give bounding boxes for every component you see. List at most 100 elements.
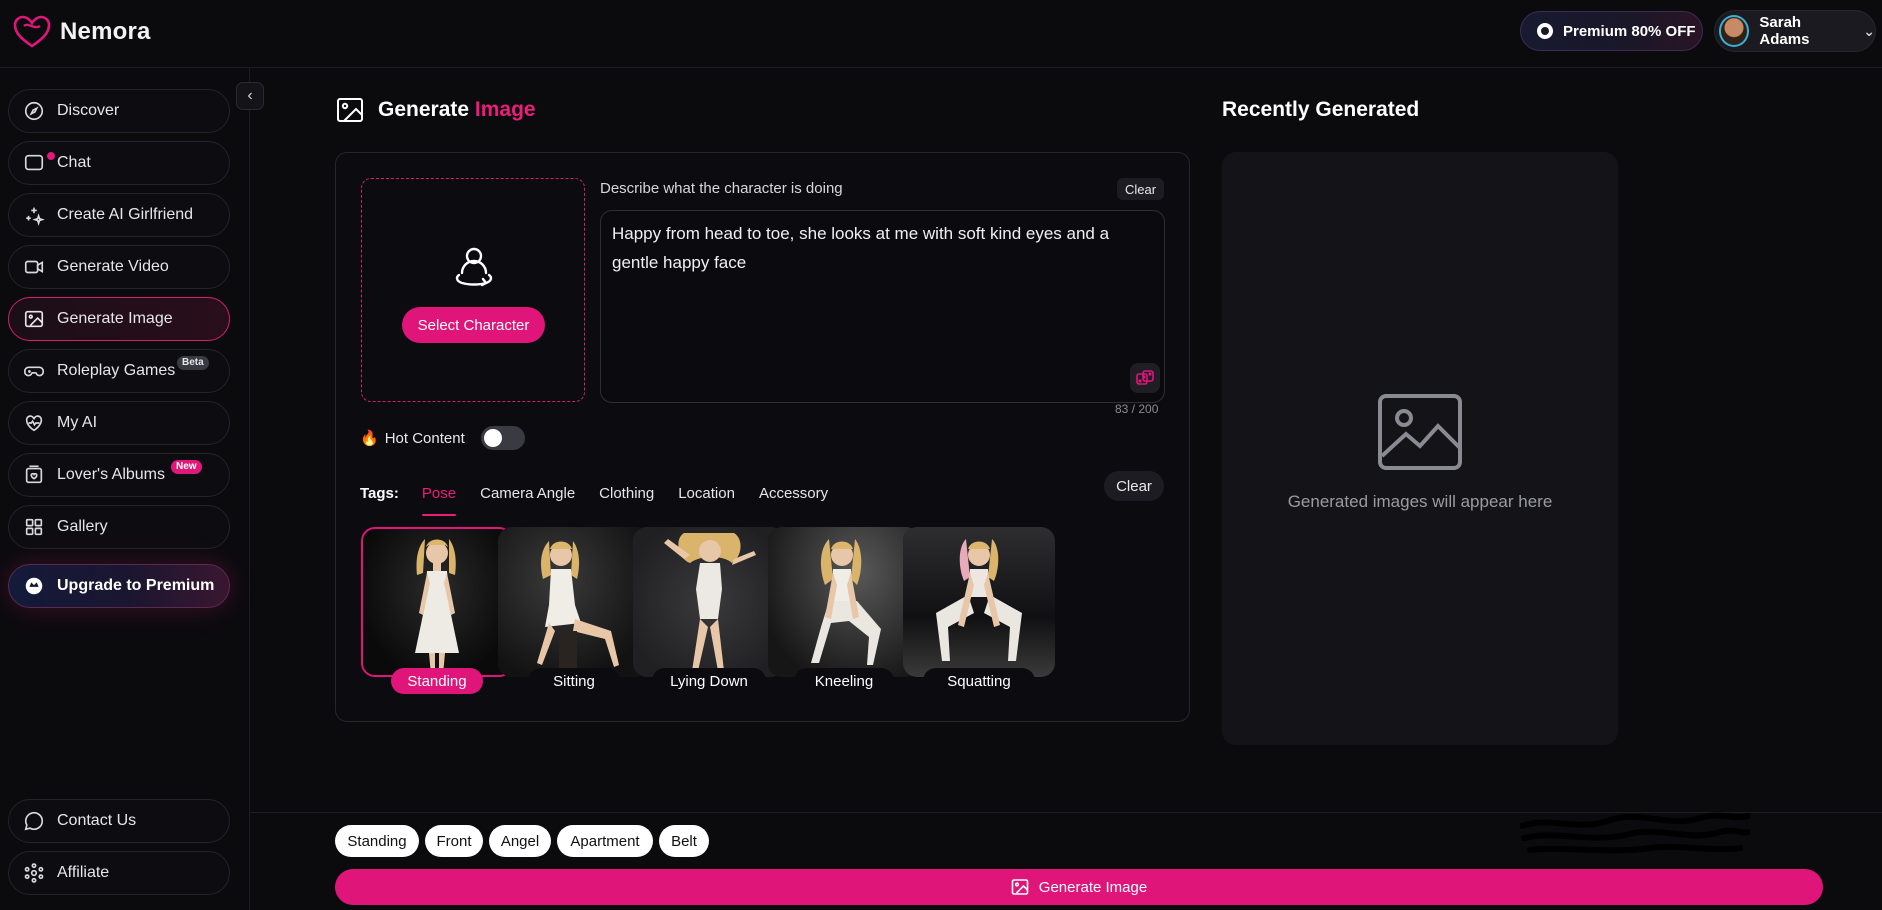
page-title: Generate Image [336,96,536,124]
grid-icon [25,518,43,536]
tab-camera-angle[interactable]: Camera Angle [480,481,575,506]
hot-content-toggle[interactable] [480,426,525,450]
sidebar-item-gallery[interactable]: Gallery [8,505,230,549]
premium-offer-button[interactable]: Premium 80% OFF [1520,11,1703,51]
recently-generated-panel: Generated images will appear here [1222,152,1618,745]
sidebar-item-affiliate[interactable]: Affiliate [8,851,230,895]
user-name: Sarah Adams [1759,14,1810,48]
sidebar-item-label: Upgrade to Premium [57,577,215,594]
hot-content-label: Hot Content [384,429,465,447]
sidebar-item-label: Gallery [57,518,108,535]
message-circle-icon [24,811,44,831]
select-character-area[interactable]: Select Character [361,178,585,402]
fire-icon: 🔥 [360,430,379,447]
pose-card-standing[interactable] [361,527,513,677]
sidebar-item-label: Affiliate [57,864,110,881]
character-count: 83 / 200 [1115,402,1159,416]
sidebar-item-label: Contact Us [57,812,137,829]
gamepad-icon [24,366,44,377]
tab-location[interactable]: Location [678,481,735,506]
tags-tabs: Tags: Pose Camera Angle Clothing Locatio… [360,478,852,516]
sidebar-item-contact-us[interactable]: Contact Us [8,799,230,843]
image-icon [24,310,44,328]
video-icon [24,260,44,274]
tab-clothing[interactable]: Clothing [599,481,654,506]
tab-accessory[interactable]: Accessory [759,481,828,506]
selected-tag-chip[interactable]: Belt [659,825,709,857]
pose-card-squatting[interactable] [903,527,1055,677]
redaction-scribble [1520,812,1750,854]
sidebar-item-label: Discover [57,102,120,119]
album-icon [25,465,43,484]
recently-generated-title: Recently Generated [1222,98,1420,121]
selected-tag-chip[interactable]: Front [425,825,483,857]
sidebar-item-label: Generate Video [57,258,169,275]
sidebar-item-upgrade-to-premium[interactable]: Upgrade to Premium [8,564,230,608]
sidebar-item-discover[interactable]: Discover [8,89,230,133]
selected-tag-chip[interactable]: Apartment [557,825,653,857]
sparkles-icon [26,207,45,226]
clear-prompt-button[interactable]: Clear [1117,178,1165,200]
clear-tags-button[interactable]: Clear [1104,471,1164,501]
prompt-textarea[interactable]: Happy from head to toe, she looks at me … [600,210,1165,403]
generate-image-button-label: Generate Image [1038,878,1148,896]
sidebar-item-roleplay-games[interactable]: Roleplay Games Beta [8,349,230,393]
avatar [1719,15,1750,47]
generate-image-button[interactable]: Generate Image [335,869,1823,905]
network-icon [24,863,44,883]
image-icon [337,98,363,122]
sidebar-item-generate-video[interactable]: Generate Video [8,245,230,289]
beta-badge: Beta [177,356,209,370]
sidebar-item-label: Create AI Girlfriend [57,206,194,223]
sidebar-item-label: Generate Image [57,310,173,327]
sidebar-item-create-ai-girlfriend[interactable]: Create AI Girlfriend [8,193,230,237]
sidebar-item-label: Lover's Albums [57,466,165,483]
sidebar-item-label: Chat [57,154,91,171]
pose-card-sitting[interactable] [498,527,650,677]
hot-content-row: 🔥 Hot Content [360,426,525,450]
selected-tag-chip[interactable]: Angel [489,825,551,857]
chevron-down-icon: ⌄ [1863,22,1875,39]
generate-form: Select Character Describe what the chara… [335,152,1190,722]
describe-label: Describe what the character is doing [600,180,843,197]
notification-dot [47,152,55,160]
pose-thumbnail-image [664,533,756,671]
select-character-button[interactable]: Select Character [402,307,545,343]
compass-icon [24,101,44,121]
page-title-accent: Image [474,98,536,121]
premium-icon [1537,23,1553,39]
sidebar-item-label: Roleplay Games [57,362,176,379]
premium-offer-label: Premium 80% OFF [1563,22,1696,40]
sidebar-item-chat[interactable]: Chat [8,141,230,185]
pose-label-kneeling: Kneeling [794,668,894,694]
tab-pose[interactable]: Pose [421,481,457,516]
pose-thumbnail-image [811,539,881,665]
selected-tag-chip[interactable]: Standing [335,825,419,857]
sidebar-item-label: My AI [57,414,98,431]
pose-label-standing: Standing [391,668,483,694]
pose-thumbnail-image [537,541,619,671]
pose-label-squatting: Squatting [923,668,1035,694]
top-bar: Nemora Premium 80% OFF Sarah Adams ⌄ [0,0,1882,68]
image-placeholder-icon [1378,394,1462,470]
sidebar-item-my-ai[interactable]: My AI [8,401,230,445]
pose-card-lying-down[interactable] [633,527,785,677]
pose-thumbnail-image [415,539,459,675]
logo[interactable]: Nemora [12,14,151,50]
pose-label-lying-down: Lying Down [652,668,766,694]
page-title-prefix: Generate [378,98,470,121]
pose-thumbnail-image [936,539,1022,661]
heart-pulse-icon [25,415,43,432]
collapse-sidebar-button[interactable]: ‹ [236,82,264,110]
sidebar-item-generate-image[interactable]: Generate Image [8,297,230,341]
chat-icon [24,154,44,171]
pose-label-sitting: Sitting [528,668,620,694]
character-icon [455,247,493,287]
pose-card-kneeling[interactable] [768,527,920,677]
premium-icon [25,577,43,595]
user-menu[interactable]: Sarah Adams ⌄ [1714,10,1876,52]
dice-icon [1136,370,1154,385]
logo-icon [13,15,51,48]
randomize-prompt-button[interactable] [1130,363,1160,393]
sidebar-item-lovers-albums[interactable]: Lover's Albums New [8,453,230,497]
